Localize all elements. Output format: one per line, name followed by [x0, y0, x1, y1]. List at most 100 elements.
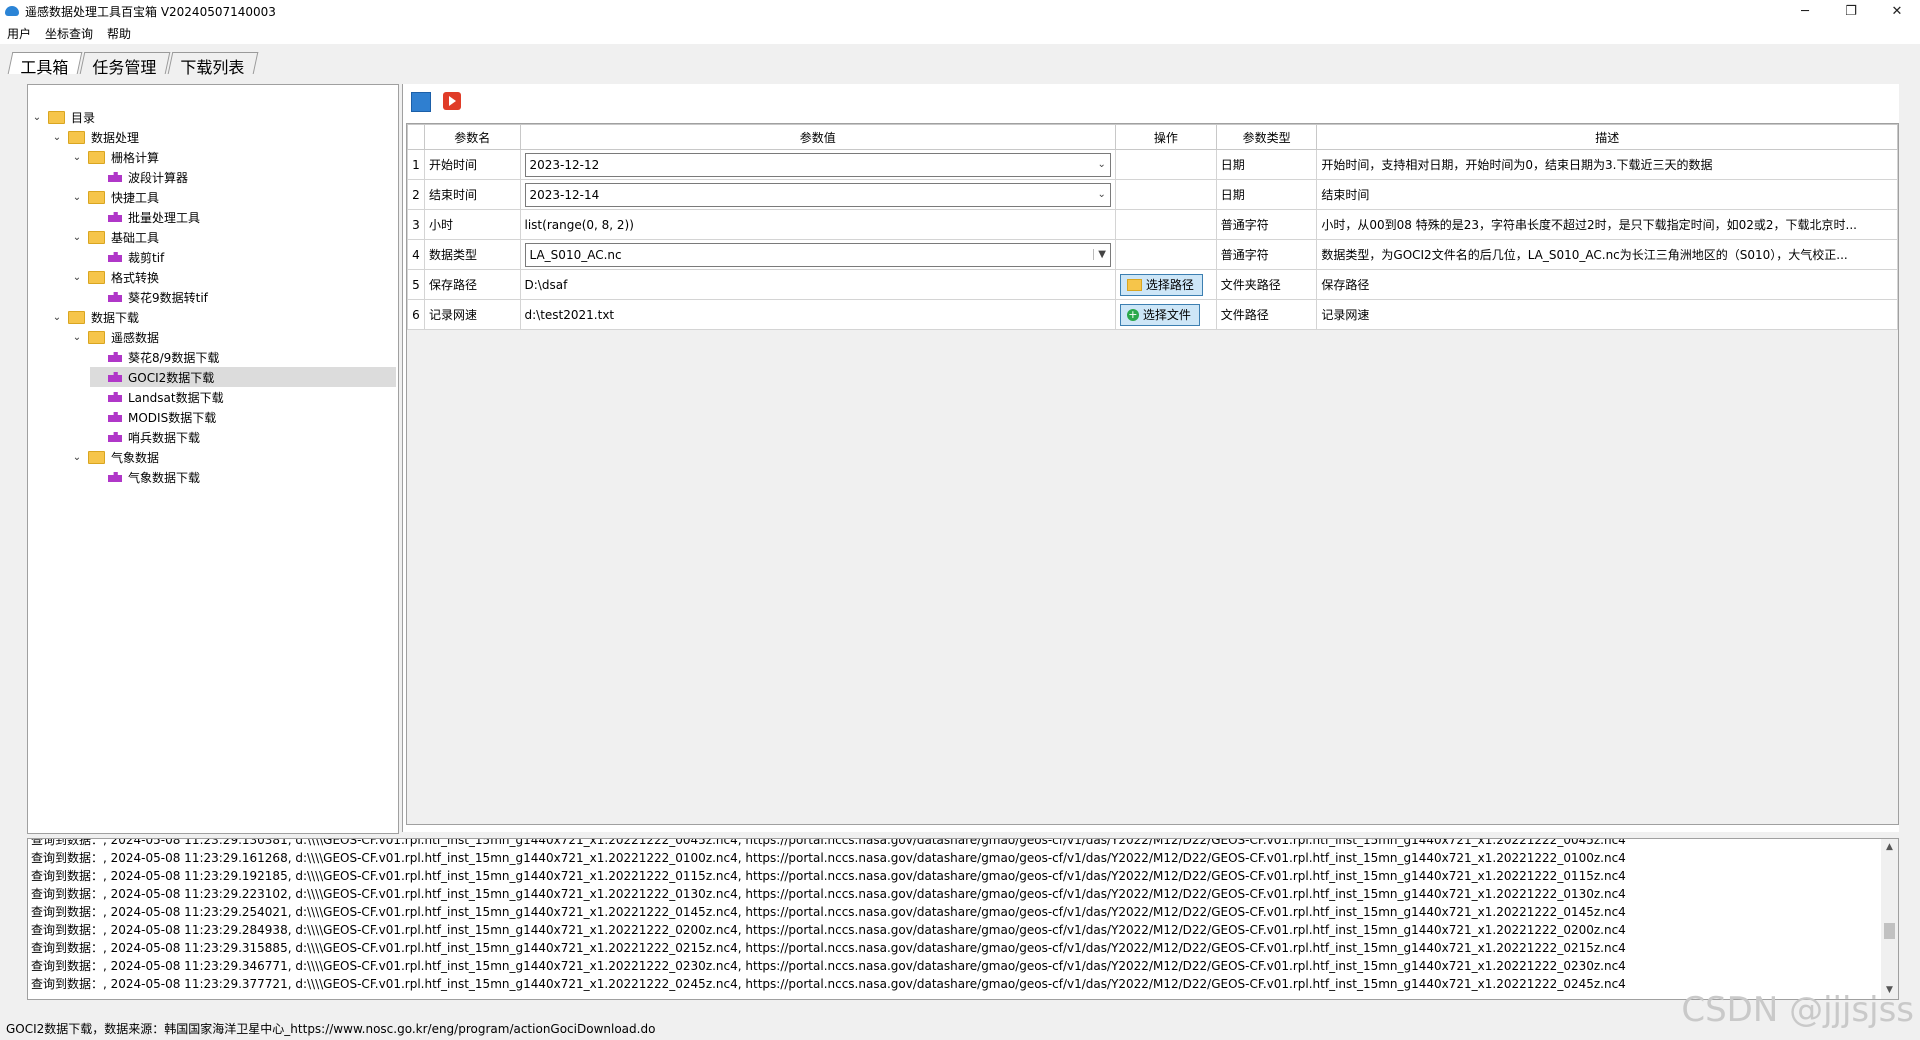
row-number-header [407, 124, 425, 150]
tree-node[interactable]: ⌄ 基础工具 [70, 227, 159, 247]
tab-label: 下载列表 [180, 58, 245, 77]
menu-help[interactable]: 帮助 [100, 25, 138, 42]
close-button[interactable]: ✕ [1874, 0, 1920, 22]
param-type: 普通字符 [1215, 209, 1318, 240]
tree-node[interactable]: 气象数据下载 [90, 467, 200, 487]
param-name: 结束时间 [423, 179, 521, 210]
minimize-button[interactable]: ─ [1782, 0, 1828, 22]
tree-node[interactable]: Landsat数据下载 [90, 387, 224, 407]
tree-node[interactable]: ⌄ 格式转换 [70, 267, 159, 287]
chevron-down-icon[interactable]: ⌄ [70, 232, 84, 243]
save-icon[interactable] [411, 92, 431, 112]
chevron-down-icon[interactable]: ⌄ [50, 132, 64, 143]
log-line: 查询到数据：, 2024-05-08 11:23:29.284938, d:\\… [31, 923, 1626, 937]
tool-icon [108, 292, 122, 302]
tree-node[interactable]: 葵花8/9数据下载 [90, 347, 219, 367]
data-type-select[interactable]: LA_S010_AC.nc ▼ [524, 242, 1111, 267]
chevron-down-icon[interactable]: ⌄ [70, 192, 84, 203]
select-path-button[interactable]: 选择路径 [1119, 273, 1203, 296]
log-output[interactable]: 查询到数据：, 2024-05-08 11:23:29.130381, d:\\… [27, 838, 1899, 1000]
tree-node[interactable]: ⌄ 数据下载 [50, 307, 139, 327]
window-controls: ─ ❐ ✕ [1782, 0, 1920, 22]
run-icon[interactable] [443, 92, 461, 110]
param-name: 小时 [423, 209, 521, 240]
menu-user[interactable]: 用户 [0, 25, 38, 42]
speed-log-field[interactable]: d:\test2021.txt [519, 299, 1116, 330]
chevron-down-icon[interactable]: ⌄ [30, 112, 44, 123]
folder-icon [68, 310, 85, 324]
folder-icon [88, 270, 105, 284]
param-name: 记录网速 [423, 299, 521, 330]
param-value-cell: 2023-12-14 ⌄ [519, 179, 1116, 210]
tree-label: 栅格计算 [111, 150, 160, 165]
folder-icon [88, 190, 105, 204]
row-number: 4 [407, 239, 425, 270]
row-number: 6 [407, 299, 425, 330]
folder-icon [88, 450, 105, 464]
column-header[interactable]: 参数名 [423, 124, 521, 150]
log-line: 查询到数据：, 2024-05-08 11:23:29.377721, d:\\… [31, 977, 1626, 991]
tree-node[interactable]: ⌄ 栅格计算 [70, 147, 159, 167]
chevron-down-icon[interactable]: ⌄ [70, 152, 84, 163]
chevron-down-icon[interactable]: ⌄ [70, 332, 84, 343]
action-cell [1114, 149, 1217, 180]
chevron-down-icon[interactable]: ⌄ [50, 312, 64, 323]
tree-node[interactable]: 葵花9数据转tif [90, 287, 208, 307]
scroll-up-icon[interactable]: ▲ [1881, 839, 1898, 856]
button-label: 选择文件 [1142, 308, 1191, 322]
action-cell: 选择路径 [1114, 269, 1217, 300]
tree-label: 裁剪tif [128, 250, 165, 265]
select-file-button[interactable]: + 选择文件 [1119, 303, 1200, 326]
dropdown-arrow-icon[interactable]: ▼ [1093, 249, 1106, 260]
folder-icon [68, 130, 85, 144]
column-header[interactable]: 参数值 [519, 124, 1116, 150]
button-label: 选择路径 [1145, 278, 1194, 292]
tree-node[interactable]: ⌄ 数据处理 [50, 127, 139, 147]
log-line: 查询到数据：, 2024-05-08 11:23:29.315885, d:\\… [31, 941, 1626, 955]
param-desc: 小时，从00到08 特殊的是23，字符串长度不超过2时，是只下载指定时间，如02… [1316, 209, 1898, 240]
column-header[interactable]: 参数类型 [1215, 124, 1318, 150]
tab-task-management[interactable]: 任务管理 [79, 52, 171, 77]
tool-icon [108, 172, 122, 182]
chevron-down-icon[interactable]: ⌄ [1098, 159, 1106, 170]
menu-coordinate-query[interactable]: 坐标查询 [38, 25, 100, 42]
chevron-down-icon[interactable]: ⌄ [70, 272, 84, 283]
tree-node[interactable]: ⌄ 快捷工具 [70, 187, 159, 207]
tree-node[interactable]: 波段计算器 [90, 167, 188, 187]
title-bar: 遥感数据处理工具百宝箱 V20240507140003 ─ ❐ ✕ [0, 0, 1920, 22]
tab-toolbox[interactable]: 工具箱 [7, 52, 83, 77]
parameter-table: 参数名 参数值 操作 参数类型 描述 1 开始时间 2023-12-12 ⌄ 日期… [407, 124, 1898, 330]
tool-icon [108, 372, 122, 382]
tree-node[interactable]: 裁剪tif [90, 247, 164, 267]
watermark: CSDN @jjjsjss [1681, 990, 1914, 1030]
tree-node[interactable]: ⌄ 遥感数据 [70, 327, 159, 347]
restore-button[interactable]: ❐ [1828, 0, 1874, 22]
window-title: 遥感数据处理工具百宝箱 V20240507140003 [25, 4, 276, 19]
tool-icon [108, 472, 122, 482]
save-path-field[interactable]: D:\dsaf [519, 269, 1116, 300]
tree-node[interactable]: 哨兵数据下载 [90, 427, 200, 447]
row-number: 2 [407, 179, 425, 210]
tree-node[interactable]: MODIS数据下载 [90, 407, 216, 427]
start-date-picker[interactable]: 2023-12-12 ⌄ [524, 152, 1111, 177]
action-cell [1114, 239, 1217, 270]
tree-node[interactable]: ⌄ 气象数据 [70, 447, 159, 467]
tree-node[interactable]: ⌄ 目录 [30, 107, 95, 127]
tree-label: 哨兵数据下载 [128, 430, 201, 445]
column-header[interactable]: 描述 [1316, 124, 1898, 150]
end-date-picker[interactable]: 2023-12-14 ⌄ [524, 182, 1111, 207]
tree-node-selected[interactable]: GOCI2数据下载 [90, 367, 396, 387]
column-header[interactable]: 操作 [1114, 124, 1217, 150]
scroll-thumb[interactable] [1884, 923, 1895, 939]
tree-label: GOCI2数据下载 [128, 370, 215, 385]
hours-field[interactable]: list(range(0, 8, 2)) [519, 209, 1116, 240]
param-name: 保存路径 [423, 269, 521, 300]
tree-label: 数据下载 [91, 310, 140, 325]
action-cell [1114, 179, 1217, 210]
log-scrollbar[interactable]: ▲ ▼ [1881, 839, 1898, 999]
action-cell: + 选择文件 [1114, 299, 1217, 330]
chevron-down-icon[interactable]: ⌄ [1098, 189, 1106, 200]
tab-download-list[interactable]: 下载列表 [167, 52, 259, 77]
chevron-down-icon[interactable]: ⌄ [70, 452, 84, 463]
tree-node[interactable]: 批量处理工具 [90, 207, 200, 227]
